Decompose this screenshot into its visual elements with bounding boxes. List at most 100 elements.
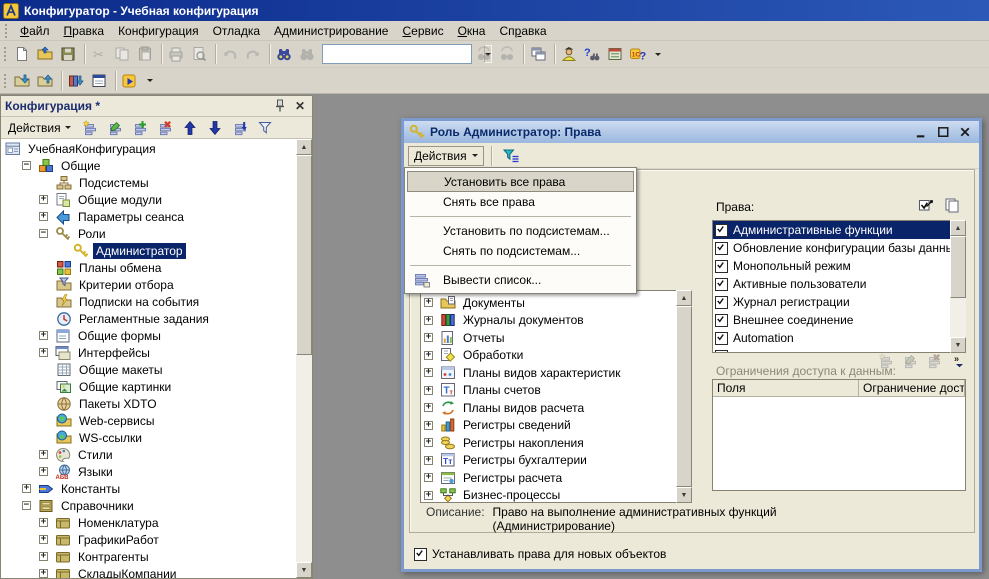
tree-item[interactable]: +Планы видов расчета [421,399,691,417]
menubar-item-5[interactable]: Сервис [395,22,450,40]
tree-item[interactable]: +АБВЯзыки [2,463,296,480]
scroll-up-button[interactable]: ▲ [676,290,692,306]
expander-plus[interactable]: + [39,450,48,459]
tree-item[interactable]: +Обработки [421,347,691,365]
scroll-thumb[interactable] [296,155,312,355]
expander-plus[interactable]: + [424,386,433,395]
help-dropdown[interactable] [651,43,664,65]
expander-plus[interactable]: + [424,333,433,342]
edit-restriction-button[interactable] [902,352,922,370]
print-preview-button[interactable] [189,43,212,65]
expander-plus[interactable]: + [22,484,31,493]
rights-item[interactable]: Активные пользователи [713,275,965,293]
tree-item[interactable]: +Документы [421,294,691,312]
menubar-item-3[interactable]: Отладка [206,22,267,40]
expander-plus[interactable]: + [39,331,48,340]
delete-button[interactable] [156,118,178,138]
tree-item[interactable]: +ТтРегистры бухгалтерии [421,452,691,470]
copy-button[interactable] [112,43,135,65]
search-back-button[interactable] [497,43,520,65]
tree-item[interactable]: +Регистры накопления [421,434,691,452]
load-configuration-button[interactable] [12,70,35,92]
undo-button[interactable] [220,43,243,65]
move-down-button[interactable] [206,118,228,138]
checkbox-checked-icon[interactable] [715,350,728,354]
checkbox-checked-icon[interactable] [715,278,728,291]
rights-item[interactable]: Монопольный режим [713,257,965,275]
checkbox-checked-icon[interactable] [715,224,728,237]
tree-item[interactable]: Администратор [2,242,296,259]
scroll-down-button[interactable]: ▼ [676,487,692,503]
menubar-item-4[interactable]: Администрирование [267,22,395,40]
rights-list-scrollbar[interactable]: ▲▼ [950,220,966,353]
menubar-item-1[interactable]: Правка [57,22,112,40]
menubar-item-2[interactable]: Конфигурация [111,22,206,40]
filter-button[interactable] [256,118,278,138]
checkbox-checked-icon[interactable] [715,296,728,309]
menubar-grip[interactable] [4,23,9,39]
tree-item[interactable]: Подписки на события [2,293,296,310]
checkbox-checked-icon[interactable] [414,548,427,561]
checkbox-checked-icon[interactable] [715,332,728,345]
close-icon[interactable] [957,125,974,140]
tree-item[interactable]: +Стили [2,446,296,463]
syntax-check-button[interactable]: ? [582,43,605,65]
expander-plus[interactable]: + [39,195,48,204]
tree-item[interactable]: −Справочники [2,497,296,514]
expander-plus[interactable]: + [424,298,433,307]
checkbox-checked-icon[interactable] [715,242,728,255]
toolbar2-grip[interactable] [3,73,8,89]
menu-item-print-list[interactable]: Вывести список... [407,270,634,290]
tree-item[interactable]: Пакеты XDTO [2,395,296,412]
copy-rights-button[interactable] [944,196,964,214]
sort-button[interactable] [231,118,253,138]
debug-dropdown[interactable] [143,70,156,92]
print-button[interactable] [166,43,189,65]
scroll-down-button[interactable]: ▼ [296,562,312,578]
expander-plus[interactable]: + [39,467,48,476]
scroll-down-button[interactable]: ▼ [950,337,966,353]
expander-plus[interactable]: + [424,316,433,325]
objects-tree-scrollbar[interactable]: ▲▼ [676,290,692,503]
tree-item[interactable]: +Параметры сеанса [2,208,296,225]
expander-plus[interactable]: + [39,212,48,221]
edit-button[interactable] [106,118,128,138]
tree-item[interactable]: +Контрагенты [2,548,296,565]
tree-item[interactable]: +Журналы документов [421,312,691,330]
search-input[interactable] [323,46,484,62]
add-child-button[interactable] [131,118,153,138]
tree-item[interactable]: УчебнаяКонфигурация [2,140,296,157]
table-column-header[interactable]: Ограничение доступа [859,380,965,396]
menubar-item-0[interactable]: Файл [13,22,57,40]
tree-item[interactable]: +Планы видов характеристик [421,364,691,382]
move-up-button[interactable] [181,118,203,138]
expander-plus[interactable]: + [424,438,433,447]
filter-by-subsystems-button[interactable] [500,145,523,167]
expander-plus[interactable]: + [424,491,433,500]
menu-item-set-all-rights[interactable]: Установить все права [407,171,634,192]
toolbar-grip[interactable] [3,46,8,62]
start-debugging-button[interactable] [120,70,143,92]
tree-item[interactable]: +Общие формы [2,327,296,344]
menu-item-set-by-subsystems[interactable]: Установить по подсистемам... [407,221,634,241]
pin-icon[interactable] [272,99,288,114]
expander-minus[interactable]: − [22,161,31,170]
dialog-actions-button[interactable]: Действия [408,146,484,166]
scroll-up-button[interactable]: ▲ [296,139,312,155]
configuration-window-button[interactable] [89,70,112,92]
search-forward-button[interactable] [474,43,497,65]
set-rights-for-new-objects[interactable]: Устанавливать права для новых объектов [414,547,666,561]
table-column-header[interactable]: Поля [713,380,859,396]
new-document-button[interactable] [12,43,35,65]
expander-plus[interactable]: + [39,535,48,544]
panel-actions-button[interactable]: Действия [4,120,75,136]
tree-item[interactable]: +Номенклатура [2,514,296,531]
paste-button[interactable] [135,43,158,65]
tree-item[interactable]: Регламентные задания [2,310,296,327]
tree-item[interactable]: +TтПланы счетов [421,382,691,400]
tree-item[interactable]: +Общие модули [2,191,296,208]
users-button[interactable] [559,43,582,65]
scroll-thumb[interactable] [676,306,692,487]
tree-item[interactable]: +Регистры сведений [421,417,691,435]
menu-item-clear-all-rights[interactable]: Снять все права [407,192,634,212]
